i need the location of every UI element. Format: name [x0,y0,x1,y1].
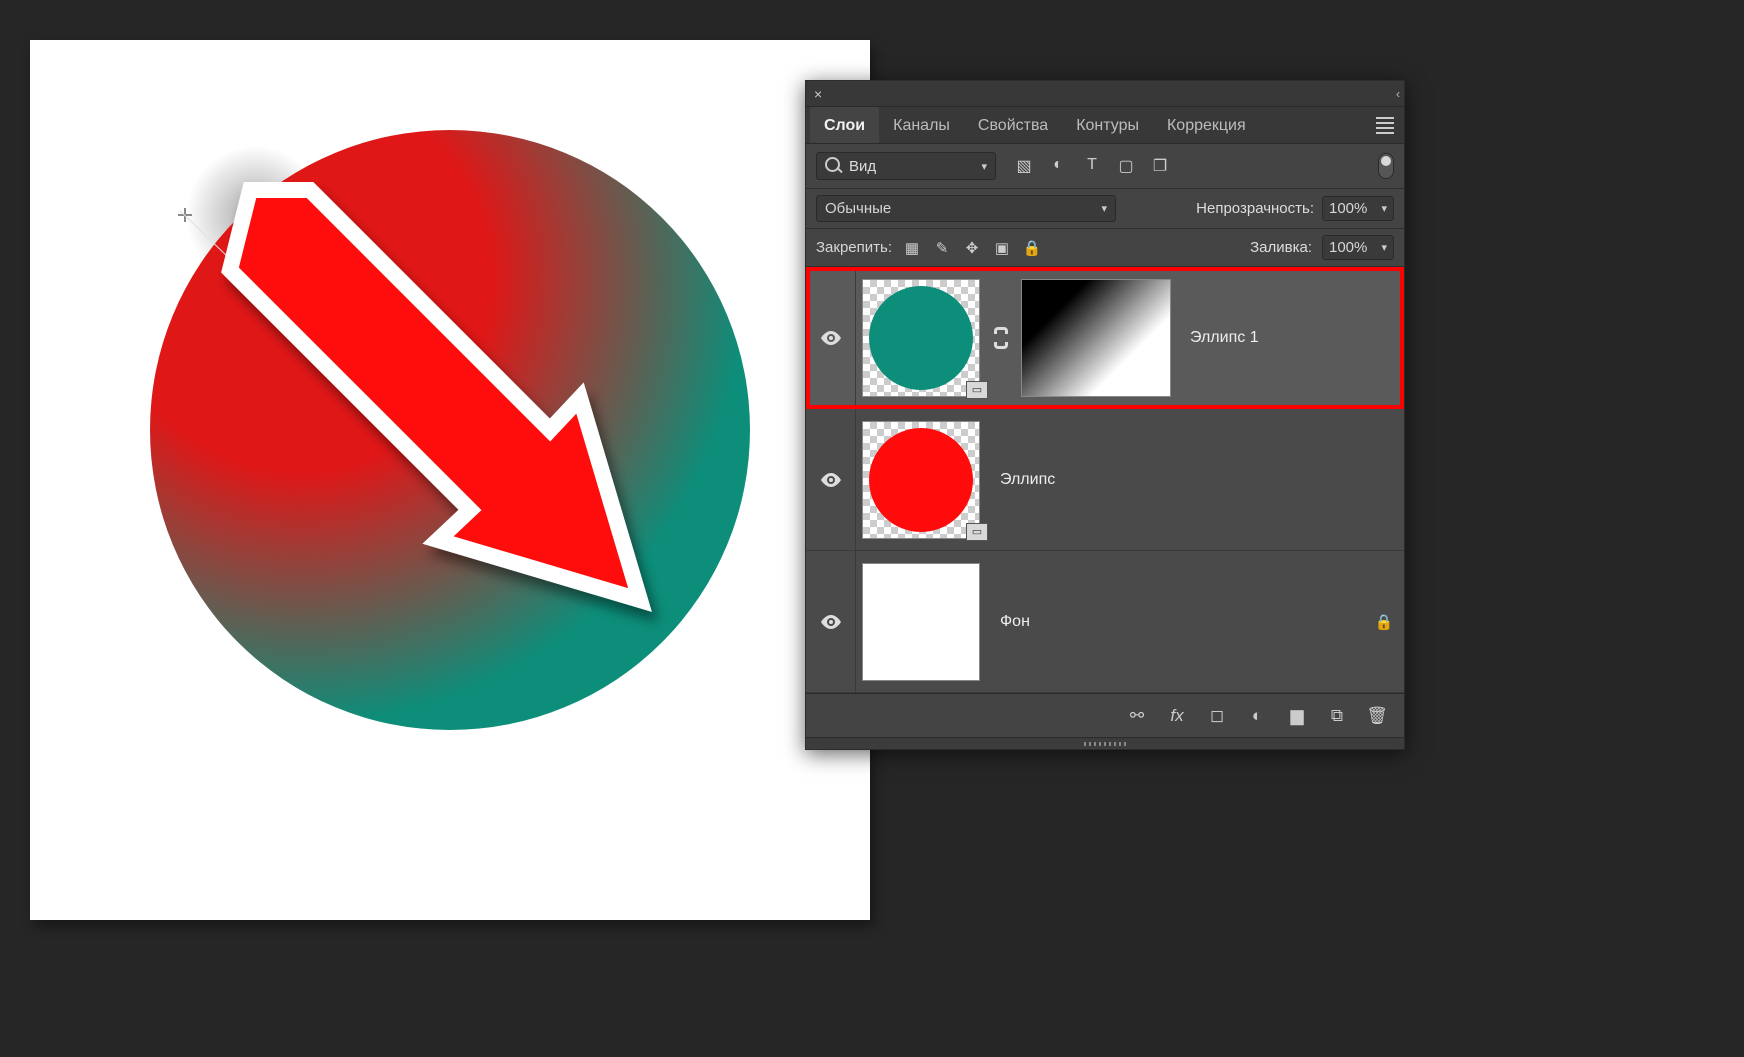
fx-icon[interactable]: fx [1166,706,1188,726]
lock-fill-row: Закрепить: ▦ ✎ ✥ ▣ 🔒 Заливка: 100% ▾ [806,229,1404,267]
adjustment-layer-icon[interactable]: ◐ [1246,706,1268,726]
layer-thumbnail[interactable]: ▭ [856,279,986,397]
blend-mode-value: Обычные [825,200,891,217]
lock-label: Закрепить: [816,239,892,256]
visibility-toggle[interactable] [806,409,856,550]
filter-type-icon[interactable]: T [1082,156,1102,176]
lock-artboard-icon[interactable]: ▣ [992,238,1012,258]
search-icon [825,157,843,175]
close-icon[interactable]: × [814,87,822,101]
layer-thumbnail[interactable] [856,563,986,681]
panel-titlebar[interactable]: × ‹‹ [806,81,1404,107]
panel-resize-handle[interactable] [806,737,1404,749]
eye-icon [821,615,841,629]
visibility-toggle[interactable] [806,551,856,692]
blend-mode-select[interactable]: Обычные ▾ [816,195,1116,222]
tab-adjustments[interactable]: Коррекция [1153,107,1260,143]
filter-adjust-icon[interactable]: ◐ [1048,156,1068,176]
layer-row[interactable]: Фон 🔒 [806,551,1404,693]
panel-footer: ⚯ fx ◻ ◐ ▆ ⧉ 🗑 [806,693,1404,737]
layer-row[interactable]: ▭ Эллипс 1 [806,267,1404,409]
chevron-down-icon: ▾ [1381,241,1387,254]
lock-pixels-icon[interactable]: ✎ [932,238,952,258]
fill-value: 100% [1329,239,1367,256]
panel-menu-icon[interactable] [1366,109,1404,142]
layer-list: ▭ Эллипс 1 ▭ Эллипс [806,267,1404,693]
lock-position-icon[interactable]: ✥ [962,238,982,258]
layer-name[interactable]: Фон [986,613,1364,631]
layer-name[interactable]: Эллипс [986,471,1404,489]
lock-transparency-icon[interactable]: ▦ [902,238,922,258]
fill-label: Заливка: [1250,239,1312,256]
layer-filter-row: Вид ▾ ▧ ◐ T ▢ ❐ [806,144,1404,189]
filter-shape-icon[interactable]: ▢ [1116,156,1136,176]
filter-pixel-icon[interactable]: ▧ [1014,156,1034,176]
vector-badge-icon: ▭ [966,381,988,399]
layer-row[interactable]: ▭ Эллипс [806,409,1404,551]
visibility-toggle[interactable] [806,267,856,408]
chevron-down-icon: ▾ [981,160,987,173]
tab-layers[interactable]: Слои [810,107,879,143]
tab-paths[interactable]: Контуры [1062,107,1153,143]
new-group-icon[interactable]: ▆ [1286,706,1308,726]
add-mask-icon[interactable]: ◻ [1206,706,1228,726]
panel-tabs: Слои Каналы Свойства Контуры Коррекция [806,107,1404,144]
layers-panel: × ‹‹ Слои Каналы Свойства Контуры Коррек… [805,80,1405,750]
delete-layer-icon[interactable]: 🗑 [1366,706,1388,726]
chevron-down-icon: ▾ [1381,202,1387,215]
blend-opacity-row: Обычные ▾ Непрозрачность: 100% ▾ [806,189,1404,229]
lock-icon[interactable]: 🔒 [1364,613,1404,631]
tab-properties[interactable]: Свойства [964,107,1062,143]
kind-filter-select[interactable]: Вид ▾ [816,152,996,180]
opacity-input[interactable]: 100% ▾ [1322,196,1394,221]
layer-mask-thumbnail[interactable] [1016,279,1176,397]
tab-channels[interactable]: Каналы [879,107,964,143]
vector-badge-icon: ▭ [966,523,988,541]
eye-icon [821,473,841,487]
opacity-value: 100% [1329,200,1367,217]
artwork-gradient-circle [150,130,750,730]
link-layers-icon[interactable]: ⚯ [1126,706,1148,726]
mask-link-icon[interactable] [986,327,1016,349]
layer-thumbnail[interactable]: ▭ [856,421,986,539]
document-canvas[interactable] [30,40,870,920]
lock-all-icon[interactable]: 🔒 [1022,238,1042,258]
opacity-label: Непрозрачность: [1196,200,1314,217]
fill-input[interactable]: 100% ▾ [1322,235,1394,260]
new-layer-icon[interactable]: ⧉ [1326,706,1348,726]
eye-icon [821,331,841,345]
layer-name[interactable]: Эллипс 1 [1176,329,1404,347]
filter-smart-icon[interactable]: ❐ [1150,156,1170,176]
kind-filter-label: Вид [849,158,876,175]
chevron-down-icon: ▾ [1101,202,1107,215]
filter-toggle[interactable] [1378,153,1394,179]
